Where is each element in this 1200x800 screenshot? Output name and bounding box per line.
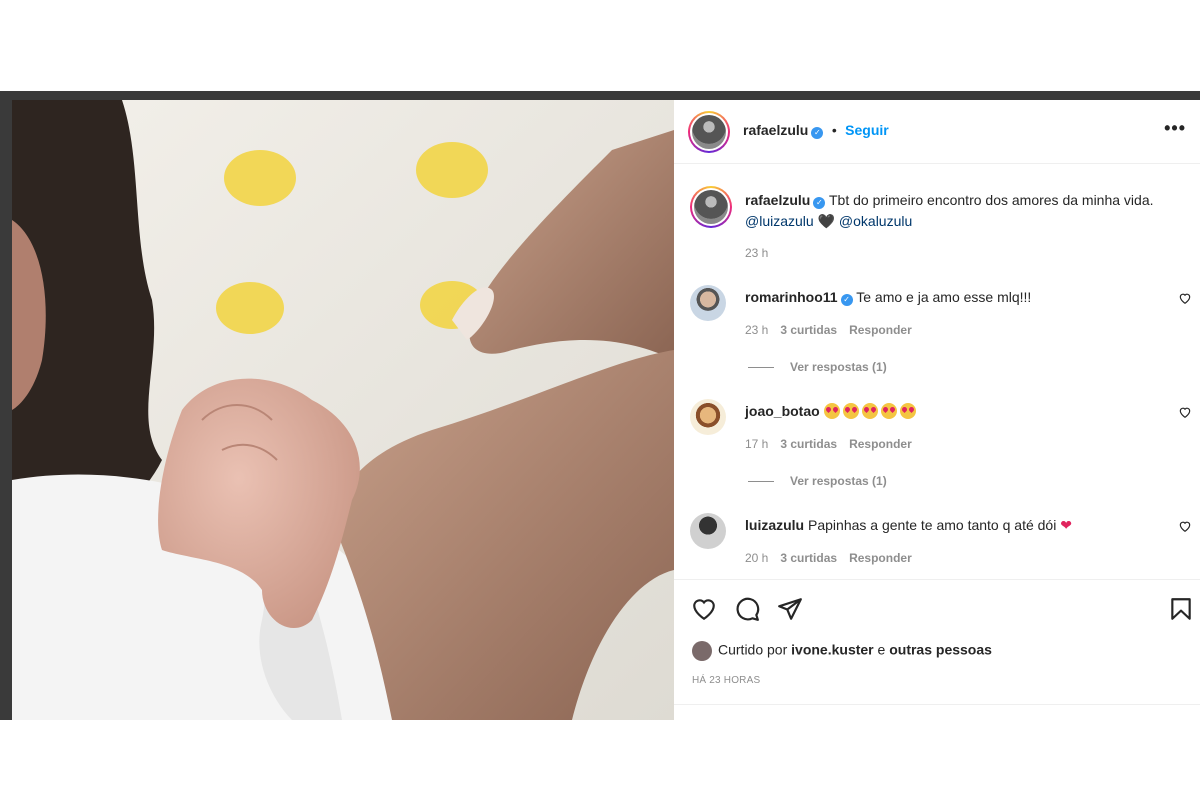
caption-text: rafaelzulu ✓ Tbt do primeiro encontro dos… — [745, 190, 1165, 232]
comment-text: romarinhoo11 ✓ Te amo e ja amo esse mlq!!… — [745, 287, 1165, 308]
comment-time[interactable]: 20 h — [745, 551, 768, 565]
comment-text: joao_botao — [745, 401, 1165, 422]
separator: • — [831, 122, 837, 138]
comment-item: luizazulu Papinhas a gente te amo tanto … — [690, 513, 1200, 573]
heart-icon[interactable] — [691, 596, 717, 622]
likes-prefix: Curtido por — [718, 641, 788, 658]
liker-avatar[interactable] — [692, 641, 712, 661]
view-replies-button[interactable]: Ver respostas (1) — [748, 474, 887, 488]
comment-likes[interactable]: 3 curtidas — [780, 551, 837, 565]
comment-likes[interactable]: 3 curtidas — [780, 323, 837, 337]
comment-item: joao_botao 17 h 3 curtidas Responder Ver r… — [690, 399, 1200, 499]
comment-meta: 23 h 3 curtidas Responder — [745, 323, 924, 337]
post-photo-illustration — [12, 100, 674, 720]
share-icon[interactable] — [777, 596, 803, 622]
more-icon[interactable]: ••• — [1164, 118, 1186, 139]
comment-username[interactable]: luizazulu — [745, 517, 804, 533]
commenter-avatar[interactable] — [690, 513, 726, 549]
likes-conj: e — [877, 641, 886, 658]
comment-body: Papinhas a gente te amo tanto q até dói — [808, 517, 1057, 533]
caption-avatar[interactable] — [690, 186, 732, 228]
caption-meta: 23 h — [745, 246, 780, 260]
post-image[interactable] — [0, 100, 674, 720]
author-username[interactable]: rafaelzulu — [743, 122, 808, 138]
comment-like-icon[interactable] — [1178, 405, 1192, 419]
commenter-avatar[interactable] — [690, 285, 726, 321]
post-header: rafaelzulu ✓ • Seguir ••• — [674, 100, 1200, 164]
caption: rafaelzulu ✓ Tbt do primeiro encontro dos… — [690, 186, 1200, 266]
comment-text: luizazulu Papinhas a gente te amo tanto … — [745, 515, 1165, 536]
comment-username[interactable]: romarinhoo11 — [745, 289, 838, 305]
reply-button[interactable]: Responder — [849, 551, 912, 565]
view-replies-button[interactable]: Ver respostas (1) — [748, 360, 887, 374]
comment-body: Te amo e ja amo esse mlq!!! — [856, 289, 1032, 305]
follow-button[interactable]: Seguir — [845, 122, 889, 138]
caption-body: Tbt do primeiro encontro dos amores da m… — [829, 192, 1154, 208]
caption-time[interactable]: 23 h — [745, 246, 768, 260]
comment-username[interactable]: joao_botao — [745, 403, 820, 419]
comment-meta: 17 h 3 curtidas Responder — [745, 437, 924, 451]
post-actions: Curtido por ivone.kuster e outras pessoa… — [674, 579, 1200, 720]
heart-eyes-emoji — [823, 403, 919, 419]
comment-icon[interactable] — [734, 596, 760, 622]
mention-luizazulu[interactable]: @luizazulu — [745, 213, 814, 229]
reply-button[interactable]: Responder — [849, 437, 912, 451]
comment-time[interactable]: 23 h — [745, 323, 768, 337]
comments-list[interactable]: rafaelzulu ✓ Tbt do primeiro encontro dos… — [674, 165, 1200, 579]
verified-icon: ✓ — [811, 127, 824, 139]
comment-time[interactable]: 17 h — [745, 437, 768, 451]
liker-username[interactable]: ivone.kuster — [791, 642, 873, 658]
bookmark-icon[interactable] — [1168, 596, 1194, 622]
browser-toolbar-strip — [0, 91, 1200, 100]
comment-item: romarinhoo11 ✓ Te amo e ja amo esse mlq!!… — [690, 285, 1200, 385]
post-timestamp[interactable]: HÁ 23 HORAS — [692, 675, 760, 686]
reply-button[interactable]: Responder — [849, 323, 912, 337]
post-side-panel: rafaelzulu ✓ • Seguir ••• rafaelzulu ✓ Tbt… — [674, 100, 1200, 720]
black-heart-emoji: 🖤 — [817, 213, 836, 229]
view-replies-label: Ver respostas (1) — [790, 474, 887, 488]
divider — [674, 704, 1200, 705]
replies-line — [748, 367, 774, 369]
comment-likes[interactable]: 3 curtidas — [780, 437, 837, 451]
caption-username[interactable]: rafaelzulu — [745, 192, 810, 208]
likes-summary: Curtido por ivone.kuster e outras pessoa… — [692, 641, 992, 661]
commenter-avatar[interactable] — [690, 399, 726, 435]
mention-okaluzulu[interactable]: @okaluzulu — [839, 213, 912, 229]
replies-line — [748, 481, 774, 483]
verified-icon: ✓ — [840, 294, 853, 306]
likes-others-link[interactable]: outras pessoas — [889, 642, 992, 658]
comment-like-icon[interactable] — [1178, 519, 1192, 533]
comment-like-icon[interactable] — [1178, 291, 1192, 305]
red-heart-emoji: ❤ — [1060, 517, 1072, 533]
author-avatar[interactable] — [688, 111, 730, 153]
verified-icon: ✓ — [813, 197, 826, 209]
comment-meta: 20 h 3 curtidas Responder — [745, 551, 924, 565]
view-replies-label: Ver respostas (1) — [790, 360, 887, 374]
